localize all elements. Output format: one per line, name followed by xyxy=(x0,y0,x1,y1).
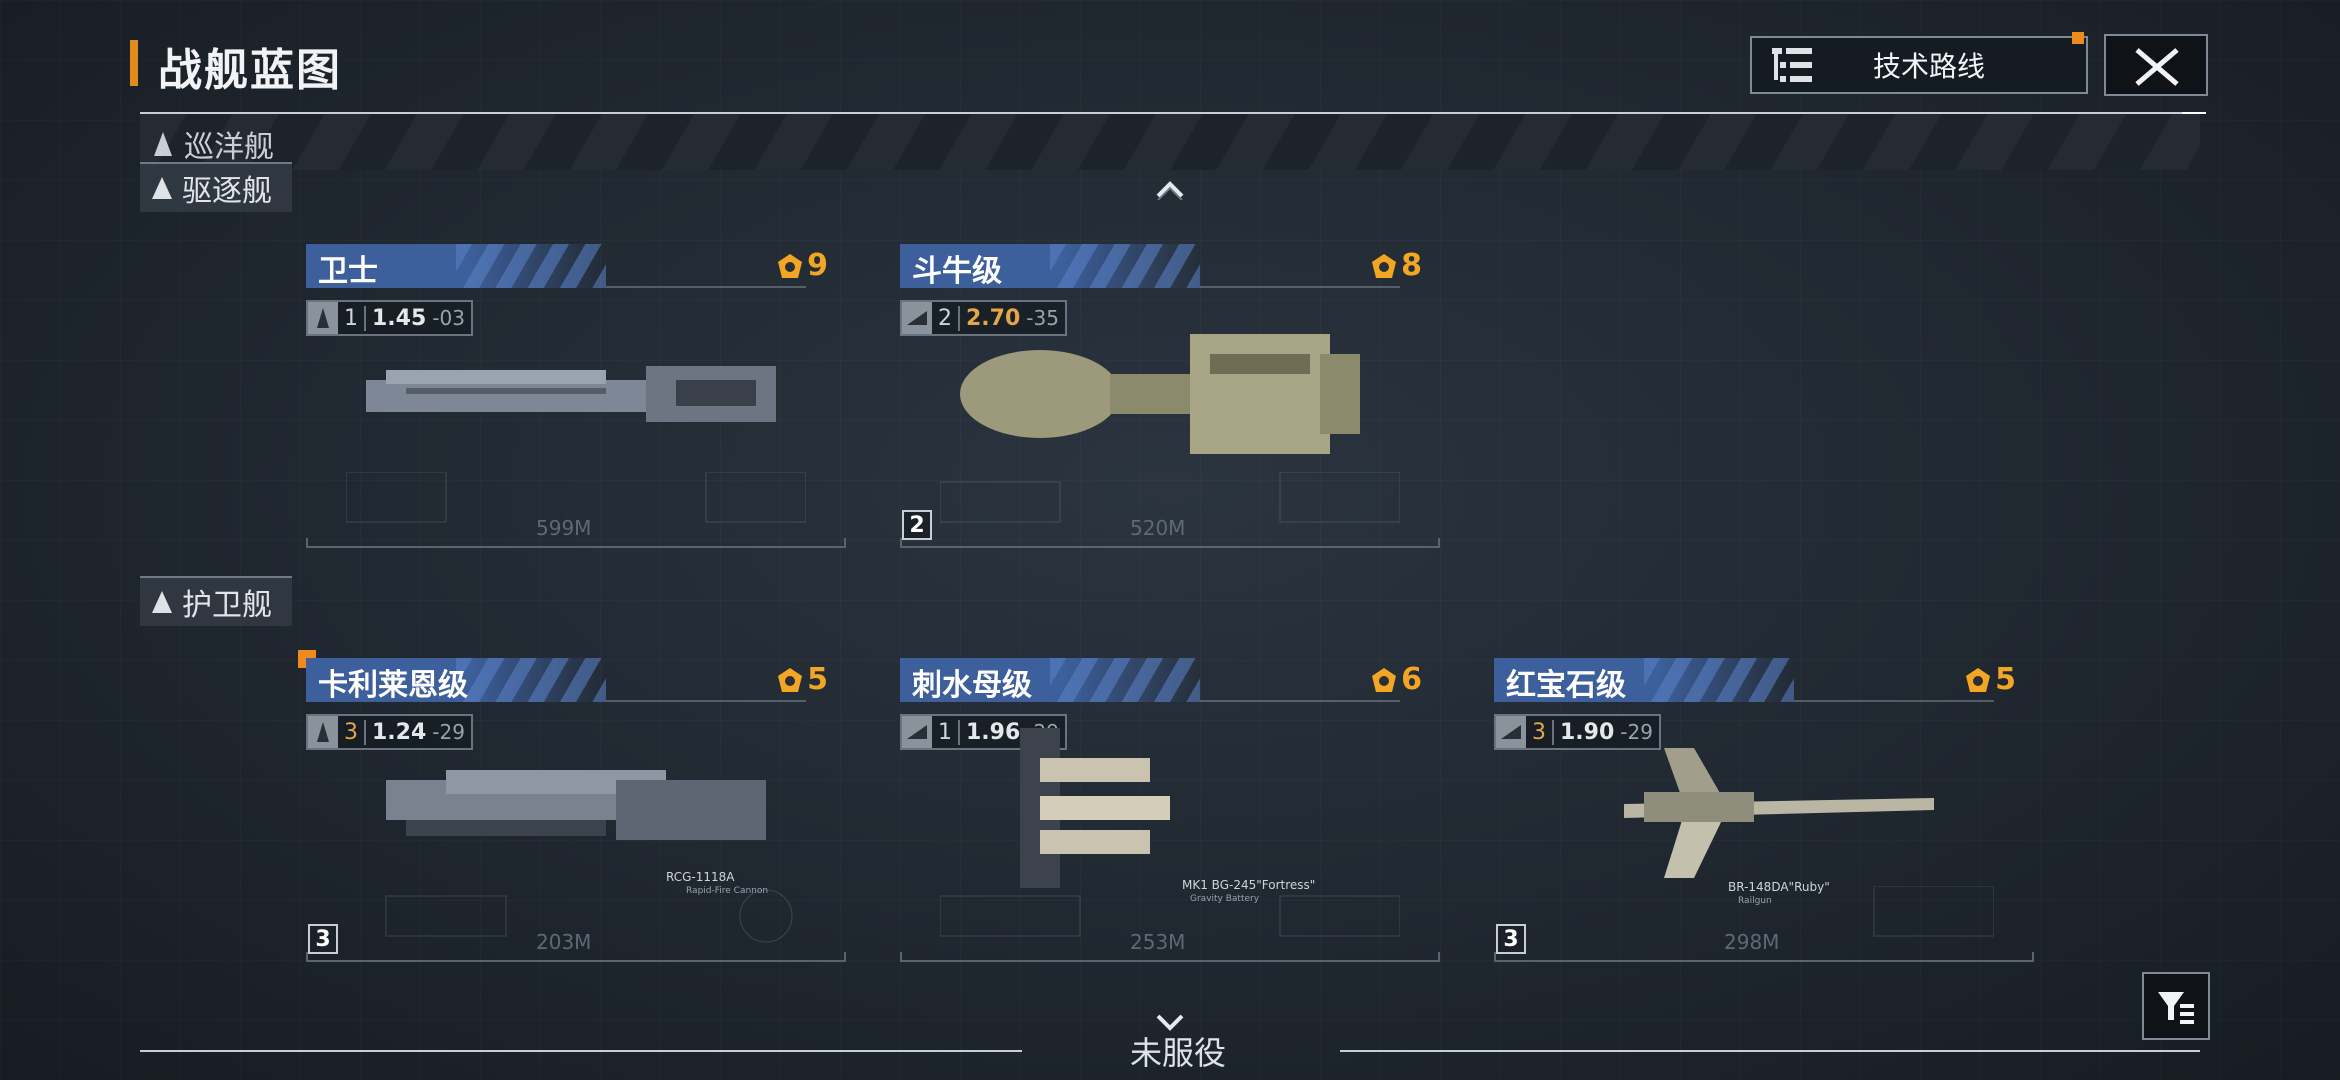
category-destroyer-label: 驱逐舰 xyxy=(182,174,272,209)
ship-cost-value: 9 xyxy=(807,248,828,283)
ship-model-image xyxy=(386,770,766,840)
category-frigate-label: 护卫舰 xyxy=(182,588,272,623)
ship-class-icon xyxy=(154,132,172,156)
scale-ruler xyxy=(1494,952,2034,962)
ship-speed: 1.24 xyxy=(372,719,427,745)
ship-cost: 5 xyxy=(777,662,828,697)
callout-line xyxy=(606,286,806,288)
ship-name: 斗牛级 xyxy=(912,254,1002,289)
owned-count: 3 xyxy=(308,924,338,954)
category-cruiser[interactable]: 巡洋舰 xyxy=(154,122,274,166)
inactive-section-label[interactable]: 未服役 xyxy=(1130,1028,1226,1074)
ship-cost: 8 xyxy=(1371,248,1422,283)
ship-model-image xyxy=(960,334,1360,454)
category-destroyer[interactable]: 驱逐舰 xyxy=(140,162,292,212)
owned-count: 2 xyxy=(902,510,932,540)
category-cruiser-label: 巡洋舰 xyxy=(184,130,274,165)
ship-cost-value: 5 xyxy=(1995,662,2016,697)
ship-model-image xyxy=(1020,728,1170,888)
notification-dot xyxy=(2072,32,2084,44)
ship-speed: 1.45 xyxy=(372,305,427,331)
ship-tier: 3 xyxy=(338,719,366,745)
cruiser-category-bar[interactable] xyxy=(140,114,2200,170)
bottom-divider-right xyxy=(1340,1050,2200,1052)
ship-length: 599M xyxy=(536,516,592,540)
callout-line xyxy=(606,700,806,702)
ship-stats: 1 1.45 -03 xyxy=(306,300,473,336)
page-title: 战舰蓝图 xyxy=(158,45,342,96)
close-button[interactable] xyxy=(2104,34,2208,96)
tech-route-button[interactable]: 技术路线 xyxy=(1750,32,2088,94)
ship-tier: 1 xyxy=(932,719,960,745)
command-point-icon xyxy=(1966,667,1991,692)
ship-length: 203M xyxy=(536,930,592,954)
ship-name: 卫士 xyxy=(318,254,378,289)
ship-name: 刺水母级 xyxy=(912,668,1032,703)
ship-tier: 3 xyxy=(1526,719,1554,745)
ship-cost-value: 8 xyxy=(1401,248,1422,283)
ship-accel: -29 xyxy=(432,720,465,744)
owned-count: 3 xyxy=(1496,924,1526,954)
command-point-icon xyxy=(1372,253,1397,278)
ship-card[interactable]: 卡利莱恩级 5 3 1.24 -29 RCG-1118A Rapid-Fire … xyxy=(306,658,846,968)
command-point-icon xyxy=(1372,667,1397,692)
ship-speed: 1.90 xyxy=(1560,719,1615,745)
callout-line xyxy=(1200,286,1400,288)
scale-ruler xyxy=(306,538,846,548)
callout-line xyxy=(1794,700,1994,702)
ship-length: 253M xyxy=(1130,930,1186,954)
ship-cost-value: 6 xyxy=(1401,662,1422,697)
ship-card[interactable]: 卫士 9 1 1.45 -03 599M xyxy=(306,244,846,554)
filter-icon xyxy=(2158,992,2194,1024)
scale-ruler xyxy=(900,538,1440,548)
ship-cost-value: 5 xyxy=(807,662,828,697)
ship-card[interactable]: 斗牛级 8 2 2.70 -35 520M 2 xyxy=(900,244,1440,554)
category-frigate[interactable]: 护卫舰 xyxy=(140,576,292,626)
ship-model-image xyxy=(1624,748,1934,878)
role-icon xyxy=(902,716,932,748)
role-icon xyxy=(902,302,932,334)
ship-card[interactable]: 刺水母级 6 1 1.96 -29 MK1 BG-245"Fortress" G… xyxy=(900,658,1440,968)
ship-length: 298M xyxy=(1724,930,1780,954)
title-accent-bar xyxy=(130,40,138,86)
ship-class-icon xyxy=(152,591,172,613)
ship-length: 520M xyxy=(1130,516,1186,540)
ship-tier: 1 xyxy=(338,305,366,331)
ship-card[interactable]: 红宝石级 5 3 1.90 -29 BR-148DA"Ruby" Railgun… xyxy=(1494,658,2034,968)
tech-route-label: 技术路线 xyxy=(1872,50,1985,83)
ship-class-icon xyxy=(152,177,172,199)
bottom-divider-left xyxy=(140,1050,1022,1052)
ship-cost: 5 xyxy=(1965,662,2016,697)
tech-tree-icon xyxy=(1772,48,1812,82)
scale-ruler xyxy=(900,952,1440,962)
ship-name: 卡利莱恩级 xyxy=(318,668,468,703)
role-icon xyxy=(1496,716,1526,748)
filter-button[interactable] xyxy=(2142,972,2210,1040)
ship-accel: -03 xyxy=(432,306,465,330)
scale-ruler xyxy=(306,952,846,962)
command-point-icon xyxy=(778,253,803,278)
command-point-icon xyxy=(778,667,803,692)
ship-cost: 6 xyxy=(1371,662,1422,697)
callout-line xyxy=(1200,700,1400,702)
role-icon xyxy=(308,716,338,748)
role-icon xyxy=(308,302,338,334)
ship-name: 红宝石级 xyxy=(1506,668,1626,703)
ship-cost: 9 xyxy=(777,248,828,283)
ship-model-image xyxy=(366,366,776,422)
scroll-up-chevron-icon[interactable] xyxy=(1155,178,1185,200)
close-icon xyxy=(2135,48,2179,86)
ship-stats: 3 1.24 -29 xyxy=(306,714,473,750)
weapon-label: RCG-1118A xyxy=(666,870,735,884)
